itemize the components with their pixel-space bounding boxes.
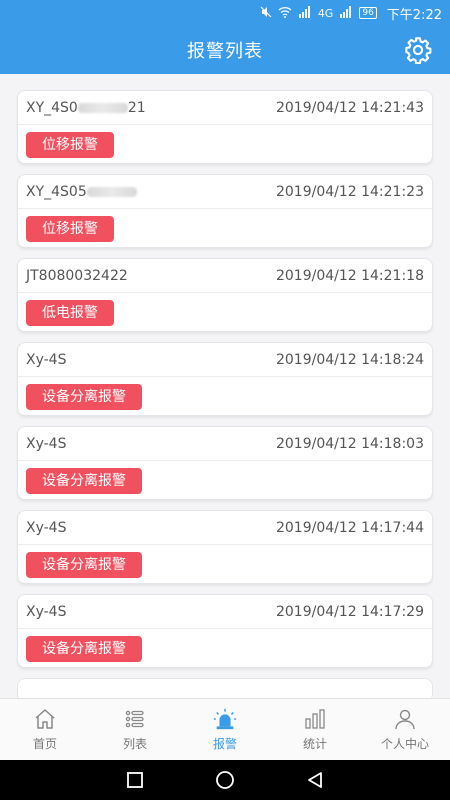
list-icon	[123, 707, 147, 731]
device-id-suffix: 21	[127, 99, 146, 116]
user-icon	[393, 707, 417, 731]
alarm-card-body: 设备分离报警	[18, 629, 432, 668]
nav-label-stats: 统计	[302, 737, 327, 751]
alarm-type-badge: 位移报警	[26, 131, 114, 158]
network-type-label: 4G	[317, 6, 334, 20]
app-header: 报警列表	[0, 26, 450, 74]
device-id: JT8080032422	[26, 268, 128, 284]
alarm-time: 2019/04/12 14:21:18	[275, 267, 424, 284]
nav-label-alarm: 报警	[212, 737, 237, 751]
alarm-card-5[interactable]: Xy-4S 2019/04/12 14:17:44 设备分离报警	[17, 510, 433, 584]
alarm-card-body: 设备分离报警	[18, 545, 432, 584]
device-id: Xy-4S	[26, 436, 66, 452]
app-screen: 4G 96 下午2:22 报警列表 XY_4S0 21 2019/04/12 14…	[0, 0, 450, 800]
nav-label-profile: 个人中心	[380, 737, 429, 751]
device-id-prefix: Xy-4S	[26, 603, 67, 620]
alarm-type-badge: 设备分离报警	[26, 635, 142, 662]
settings-button[interactable]	[402, 34, 434, 66]
alarm-list[interactable]: XY_4S0 21 2019/04/12 14:21:43 位移报警 XY_4S0…	[0, 74, 450, 698]
alarm-type-badge: 设备分离报警	[26, 383, 142, 410]
alarm-type-badge: 位移报警	[26, 215, 114, 242]
alarm-card-body: 位移报警	[18, 209, 432, 248]
page-title: 报警列表	[187, 41, 263, 62]
alarm-card-header: JT8080032422 2019/04/12 14:21:18	[18, 259, 432, 293]
home-icon	[33, 707, 57, 731]
alarm-card-body: 设备分离报警	[18, 377, 432, 416]
alarm-type-badge: 设备分离报警	[26, 467, 142, 494]
alarm-card-3[interactable]: Xy-4S 2019/04/12 14:18:24 设备分离报警	[17, 342, 433, 416]
alarm-card-2[interactable]: JT8080032422 2019/04/12 14:21:18 低电报警	[17, 258, 433, 332]
device-id-prefix: XY_4S05	[26, 183, 87, 200]
device-id: Xy-4S	[26, 520, 66, 536]
alarm-time: 2019/04/12 14:17:29	[275, 603, 424, 620]
circle-icon	[216, 771, 234, 789]
alarm-card-body: 低电报警	[18, 293, 432, 332]
device-id-prefix: JT8080032422	[26, 267, 128, 284]
alarm-time: 2019/04/12 14:18:24	[275, 351, 424, 368]
nav-item-alarm[interactable]: 报警	[180, 699, 270, 760]
alarm-card-body: 位移报警	[18, 125, 432, 164]
alarm-card-partial[interactable]	[17, 678, 433, 698]
nav-item-profile[interactable]: 个人中心	[360, 699, 450, 760]
alarm-card-6[interactable]: Xy-4S 2019/04/12 14:17:29 设备分离报警	[17, 594, 433, 668]
obscured-text	[77, 102, 128, 113]
device-id-prefix: Xy-4S	[26, 351, 67, 368]
status-bar: 4G 96 下午2:22	[0, 0, 450, 26]
alarm-card-header: Xy-4S 2019/04/12 14:17:44	[18, 511, 432, 545]
alarm-card-0[interactable]: XY_4S0 21 2019/04/12 14:21:43 位移报警	[17, 90, 433, 164]
alarm-time: 2019/04/12 14:17:44	[275, 519, 424, 536]
alarm-time: 2019/04/12 14:18:03	[275, 435, 424, 452]
nav-item-list[interactable]: 列表	[90, 699, 180, 760]
alarm-card-4[interactable]: Xy-4S 2019/04/12 14:18:03 设备分离报警	[17, 426, 433, 500]
recent-apps-button[interactable]	[123, 768, 147, 792]
alarm-type-badge: 设备分离报警	[26, 551, 142, 578]
alarm-light-icon	[213, 707, 237, 731]
alarm-card-body: 设备分离报警	[18, 461, 432, 500]
device-id-prefix: Xy-4S	[26, 519, 67, 536]
nav-label-home: 首页	[32, 737, 57, 751]
device-id: XY_4S05	[26, 184, 137, 200]
back-triangle-icon	[308, 772, 322, 788]
status-time: 下午2:22	[386, 7, 442, 23]
square-icon	[127, 772, 143, 788]
alarm-card-header: Xy-4S 2019/04/12 14:18:24	[18, 343, 432, 377]
signal-icon	[298, 5, 312, 21]
signal-icon-2	[339, 5, 353, 21]
device-id: Xy-4S	[26, 352, 66, 368]
bar-chart-icon	[303, 707, 327, 731]
device-id-prefix: Xy-4S	[26, 435, 67, 452]
wifi-icon	[278, 6, 292, 21]
alarm-time: 2019/04/12 14:21:43	[275, 99, 424, 116]
gear-icon	[405, 37, 432, 64]
device-id-prefix: XY_4S0	[26, 99, 78, 116]
bottom-nav: 首页 列表 报警 统计 个人中心	[0, 698, 450, 760]
mute-icon	[260, 6, 272, 21]
system-nav-bar	[0, 760, 450, 800]
alarm-card-header: Xy-4S 2019/04/12 14:17:29	[18, 595, 432, 629]
alarm-card-header: XY_4S05 2019/04/12 14:21:23	[18, 175, 432, 209]
alarm-card-1[interactable]: XY_4S05 2019/04/12 14:21:23 位移报警	[17, 174, 433, 248]
nav-label-list: 列表	[122, 737, 147, 751]
alarm-card-header: XY_4S0 21 2019/04/12 14:21:43	[18, 91, 432, 125]
device-id: Xy-4S	[26, 604, 66, 620]
alarm-type-badge: 低电报警	[26, 299, 114, 326]
obscured-text	[86, 186, 137, 197]
back-system-button[interactable]	[303, 768, 327, 792]
nav-item-home[interactable]: 首页	[0, 699, 90, 760]
device-id: XY_4S0 21	[26, 100, 146, 116]
home-system-button[interactable]	[213, 768, 237, 792]
alarm-card-header: Xy-4S 2019/04/12 14:18:03	[18, 427, 432, 461]
nav-item-stats[interactable]: 统计	[270, 699, 360, 760]
alarm-time: 2019/04/12 14:21:23	[275, 183, 424, 200]
battery-indicator: 96	[359, 7, 377, 19]
